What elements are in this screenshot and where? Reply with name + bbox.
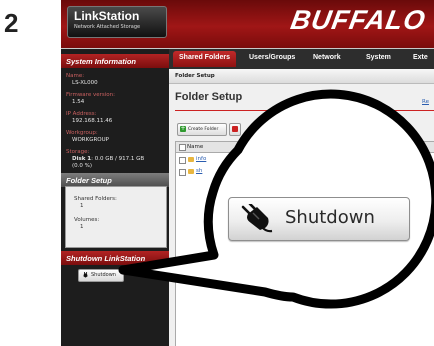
breadcrumb-current: Folder Setup — [175, 73, 215, 79]
storage-percent: (0.0 %) — [72, 163, 93, 169]
delete-folder-button[interactable] — [229, 123, 241, 136]
name-value: LS-XL000 — [72, 80, 98, 86]
folder-setup-heading: Folder Setup — [61, 173, 169, 187]
create-folder-label: Create Folder — [188, 127, 219, 132]
linkstation-window: LinkStation Network Attached Storage BUF… — [61, 0, 434, 346]
shared-folders-label: Shared Folders: — [74, 196, 117, 202]
firmware-label: Firmware version: — [66, 92, 115, 98]
folder-table: Name info sh — [175, 141, 434, 346]
ip-value: 192.168.11.46 — [72, 118, 113, 124]
shutdown-button-magnified[interactable]: Shutdown — [228, 197, 410, 241]
folder-link[interactable]: sh — [196, 168, 202, 174]
shutdown-button-small[interactable]: Shutdown — [78, 269, 124, 282]
folder-icon — [188, 157, 194, 162]
folder-link[interactable]: info — [196, 156, 206, 162]
workgroup-label: Workgroup: — [66, 130, 98, 136]
volumes-count: 1 — [80, 224, 84, 230]
step-number: 2 — [4, 8, 19, 38]
storage-capacity: : 0.0 GB / 917.1 GB — [91, 156, 145, 162]
shutdown-button-small-label: Shutdown — [91, 272, 116, 278]
sidebar: System Information Name: LS-XL000 Firmwa… — [61, 49, 169, 346]
name-label: Name: — [66, 73, 85, 79]
folder-icon — [188, 169, 194, 174]
tab-network[interactable]: Network — [313, 54, 341, 61]
logo-title: LinkStation — [74, 9, 140, 23]
power-plug-icon — [241, 204, 273, 233]
logo-subtitle: Network Attached Storage — [74, 24, 141, 30]
tab-shared-folders[interactable]: Shared Folders — [173, 51, 236, 67]
buffalo-logo: BUFFALO — [288, 5, 429, 35]
storage-label: Storage: — [66, 149, 90, 155]
volumes-label: Volumes: — [74, 217, 100, 223]
delete-icon — [232, 126, 238, 132]
tab-system[interactable]: System — [366, 54, 391, 61]
storage-disk: Disk 1 — [72, 156, 92, 162]
tab-extensions[interactable]: Exte — [413, 54, 428, 61]
breadcrumb: Folder Setup — [169, 69, 434, 84]
help-link[interactable]: Re — [422, 99, 429, 105]
folder-setup-panel: Shared Folders: 1 Volumes: 1 — [65, 186, 167, 248]
shutdown-label: Shutdown — [285, 207, 375, 228]
row-checkbox[interactable] — [179, 157, 186, 164]
workgroup-value: WORKGROUP — [72, 137, 109, 143]
power-plug-icon — [83, 272, 88, 278]
tab-users-groups[interactable]: Users/Groups — [249, 54, 295, 61]
row-checkbox[interactable] — [179, 169, 186, 176]
firmware-value: 1.54 — [72, 99, 85, 105]
storage-value: Disk 1: 0.0 GB / 917.1 GB — [72, 156, 144, 162]
page-title: Folder Setup — [175, 91, 243, 103]
linkstation-logo: LinkStation Network Attached Storage — [67, 6, 167, 38]
plus-icon: + — [180, 125, 186, 132]
top-header: LinkStation Network Attached Storage BUF… — [61, 0, 434, 48]
shared-folders-count: 1 — [80, 203, 84, 209]
table-header: Name — [176, 142, 434, 153]
column-name[interactable]: Name — [187, 144, 203, 150]
main-nav: Shared Folders Users/Groups Network Syst… — [169, 49, 434, 69]
title-divider — [175, 110, 434, 111]
shutdown-heading: Shutdown LinkStation — [61, 251, 169, 265]
create-folder-button[interactable]: + Create Folder — [177, 123, 227, 136]
ip-label: IP Address: — [66, 111, 97, 117]
select-all-checkbox[interactable] — [179, 144, 186, 151]
system-info-heading: System Information — [61, 54, 169, 68]
